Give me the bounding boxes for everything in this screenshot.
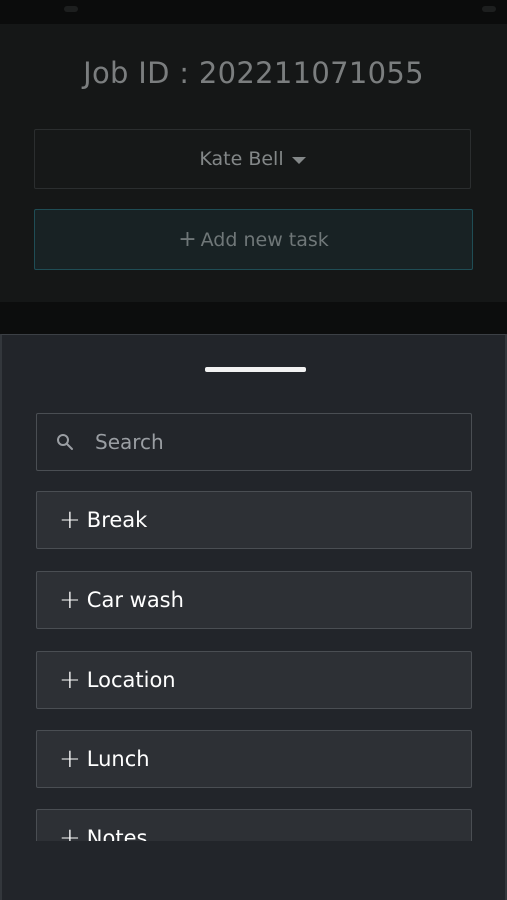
sheet-drag-handle[interactable] (205, 367, 306, 372)
task-item-label: Notes (86, 826, 148, 841)
add-new-task-button[interactable]: + Add new task (34, 209, 473, 270)
sheet-footer-area (2, 841, 505, 900)
task-item-label: Location (86, 668, 176, 692)
task-item-notes[interactable]: + Notes (36, 809, 472, 841)
task-item-label: Break (86, 508, 148, 532)
plus-icon: + (59, 823, 81, 841)
assignee-dropdown[interactable]: Kate Bell (34, 129, 471, 189)
plus-icon: + (178, 226, 197, 252)
app-screen: Job ID : 202211071055 Kate Bell + Add ne… (0, 0, 507, 900)
plus-icon: + (59, 665, 81, 695)
task-item-break[interactable]: + Break (36, 491, 472, 549)
task-item-lunch[interactable]: + Lunch (36, 730, 472, 788)
task-item-car-wash[interactable]: + Car wash (36, 571, 472, 629)
search-input[interactable] (95, 430, 471, 454)
search-icon (57, 434, 73, 450)
assignee-name: Kate Bell (199, 148, 284, 170)
task-list: + Break + Car wash + Location + Lunch + … (2, 491, 505, 841)
plus-icon: + (59, 585, 81, 615)
task-item-location[interactable]: + Location (36, 651, 472, 709)
task-item-label: Car wash (86, 588, 184, 612)
plus-icon: + (59, 744, 81, 774)
plus-icon: + (59, 505, 81, 535)
job-id-title: Job ID : 202211071055 (83, 56, 424, 90)
battery-icon (482, 6, 496, 12)
caret-down-icon (291, 156, 306, 164)
overlay-divider (0, 302, 507, 334)
task-item-label: Lunch (86, 747, 150, 771)
status-bar (0, 0, 507, 24)
status-indicator (64, 6, 78, 12)
add-new-task-label: Add new task (200, 228, 329, 251)
task-picker-sheet: + Break + Car wash + Location + Lunch + … (0, 334, 507, 900)
search-field[interactable] (36, 413, 472, 471)
